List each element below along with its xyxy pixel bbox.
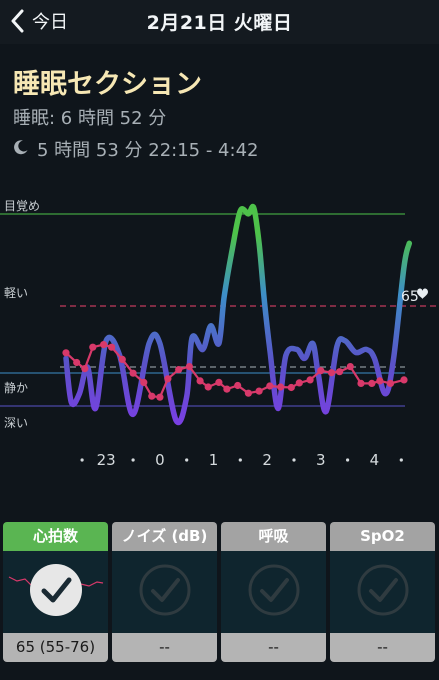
check-icon: [248, 564, 300, 616]
x-tick-dot: [399, 458, 403, 462]
x-tick-label: 4: [370, 451, 380, 469]
heart-rate-point: [100, 341, 108, 349]
x-tick-dot: [80, 458, 84, 462]
heart-rate-point: [215, 378, 223, 386]
sleep-detail-row: 5 時間 53 分 22:15 - 4:42: [13, 136, 258, 162]
tab-spo2[interactable]: SpO2 --: [330, 522, 435, 662]
page-title: 2月21日 火曜日: [146, 12, 293, 34]
tab-preview: [221, 551, 326, 633]
x-tick-label: 23: [97, 451, 116, 469]
tab-value: --: [221, 633, 326, 662]
heart-rate-point: [266, 382, 274, 390]
x-tick-dot: [185, 458, 189, 462]
heart-rate-point: [89, 343, 97, 351]
stage-label-light: 軽い: [4, 286, 28, 300]
heart-rate-point: [223, 385, 231, 393]
heart-rate-point: [287, 383, 295, 392]
x-tick-dot: [346, 458, 350, 462]
check-icon: [30, 564, 82, 616]
heart-rate-point: [400, 376, 408, 384]
stage-label-deep: 深い: [4, 416, 28, 430]
x-axis-ticks: 23 0 1 2 3 4: [80, 451, 403, 469]
tab-value: --: [330, 633, 435, 662]
heart-rate-point: [234, 381, 242, 390]
heart-rate-point: [156, 393, 164, 401]
heart-rate-point: [108, 343, 116, 351]
sleep-stage-line: [63, 203, 413, 426]
heart-rate-point: [346, 363, 354, 371]
heart-rate-point: [386, 379, 395, 387]
tab-breathing[interactable]: 呼吸 --: [221, 522, 326, 662]
heart-rate-point: [244, 389, 252, 397]
heart-rate-point: [185, 363, 193, 371]
tab-noise[interactable]: ノイズ (dB) --: [112, 522, 217, 662]
heart-rate-point: [118, 355, 126, 363]
heart-rate-point: [81, 365, 89, 373]
heart-rate-point: [175, 366, 183, 374]
tab-label: ノイズ (dB): [112, 522, 217, 551]
tab-preview: [330, 551, 435, 633]
check-icon: [357, 564, 409, 616]
tab-value: 65 (55-76): [3, 633, 108, 662]
heart-rate-point: [327, 369, 336, 377]
heart-rate-point: [277, 383, 285, 391]
sleep-detail: 5 時間 53 分 22:15 - 4:42: [37, 140, 259, 161]
tab-preview: [3, 551, 108, 633]
x-tick-dot: [292, 458, 296, 462]
heart-rate-point: [336, 368, 344, 376]
heart-rate-point: [376, 377, 384, 385]
stage-label-wake: 目覚め: [4, 199, 40, 213]
sleep-total: 睡眠: 6 時間 52 分: [13, 108, 167, 129]
tab-label: 呼吸: [221, 522, 326, 551]
sleep-chart: 目覚め 軽い 静か 深い 65 23 0 1 2 3 4: [0, 199, 439, 469]
x-tick-label: 0: [155, 451, 165, 469]
tab-label: 心拍数: [3, 522, 108, 551]
x-tick-label: 2: [262, 451, 272, 469]
heart-rate-point: [317, 367, 325, 375]
heart-rate-point: [368, 379, 376, 387]
tab-value: --: [112, 633, 217, 662]
heart-rate-point: [73, 358, 81, 367]
heart-rate-point: [129, 369, 137, 377]
moon-icon: [13, 139, 29, 160]
x-tick-dot: [131, 458, 135, 462]
heart-rate-point: [357, 379, 365, 387]
metric-tabs: 心拍数 65 (55-76) ノイズ (dB) -- 呼吸 -- SpO2 --: [0, 522, 439, 662]
section-title: 睡眠セクション: [13, 69, 202, 100]
heart-rate-point: [204, 383, 212, 391]
stage-label-quiet: 静か: [4, 381, 28, 395]
x-tick-label: 1: [209, 451, 219, 469]
x-tick-label: 3: [316, 451, 326, 469]
tab-label: SpO2: [330, 522, 435, 551]
tab-preview: [112, 551, 217, 633]
heart-rate-current: 65: [401, 289, 419, 305]
x-tick-dot: [238, 458, 242, 462]
heart-rate-point: [255, 387, 263, 395]
nav-bar: 今日 2月21日 火曜日: [0, 0, 439, 44]
heart-rate-point: [196, 377, 204, 385]
heart-rate-point: [148, 392, 156, 400]
heart-rate-point: [295, 379, 303, 387]
heart-rate-point: [164, 375, 172, 383]
check-icon: [139, 564, 191, 616]
heart-rate-point: [62, 349, 70, 357]
heart-rate-point: [140, 378, 148, 386]
heart-rate-point: [306, 376, 314, 384]
tab-heart-rate[interactable]: 心拍数 65 (55-76): [3, 522, 108, 662]
